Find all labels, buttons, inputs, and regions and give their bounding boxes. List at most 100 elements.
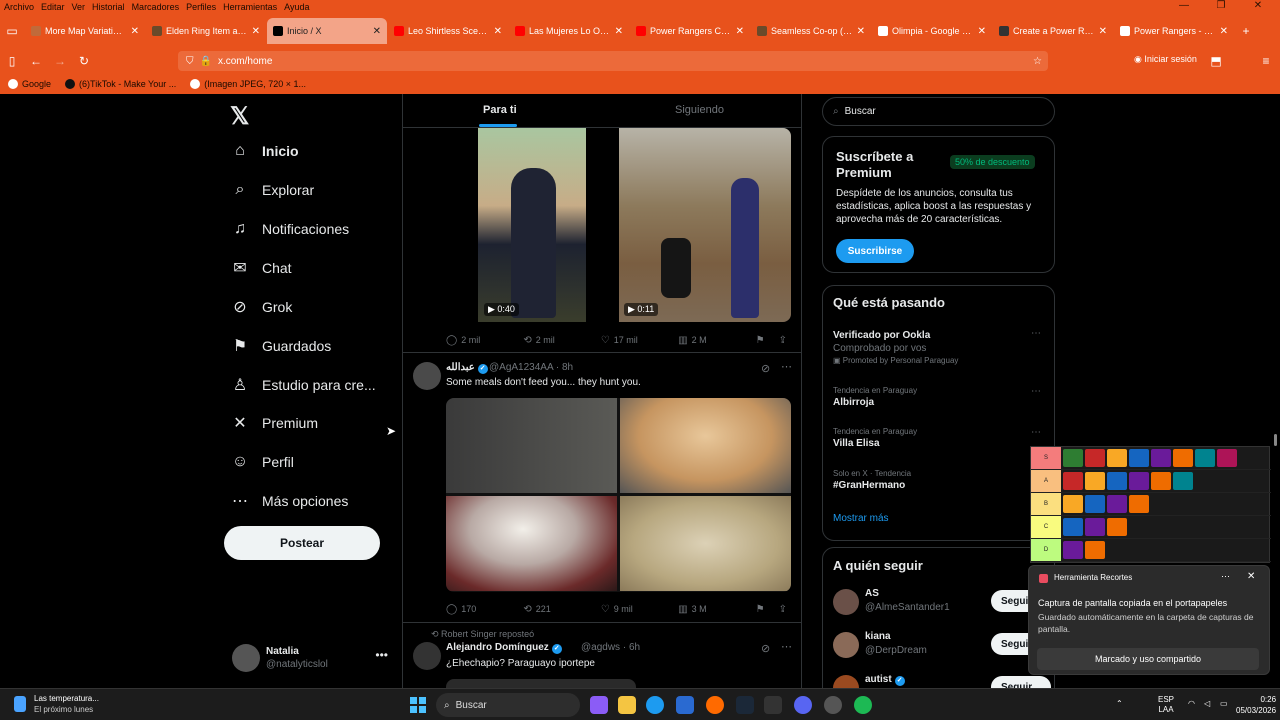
- sidebar-item-notificaciones[interactable]: ♫ Notificaciones: [230, 214, 349, 244]
- tier-item-logo[interactable]: [1195, 449, 1215, 467]
- tab-overview-icon[interactable]: ▭: [0, 24, 24, 38]
- tier-item-logo[interactable]: [1151, 472, 1171, 490]
- tier-item-logo[interactable]: [1085, 449, 1105, 467]
- tier-item-logo[interactable]: [1151, 449, 1171, 467]
- discord-icon[interactable]: [794, 696, 812, 714]
- close-tab-icon[interactable]: ✕: [1099, 26, 1107, 37]
- browser-tab[interactable]: More Map Variations a ✕: [25, 18, 145, 44]
- browser-tab[interactable]: Inicio / X ✕: [267, 18, 387, 44]
- close-tab-icon[interactable]: ✕: [131, 26, 139, 37]
- trend-item[interactable]: Solo en X · Tendencia #GranHermano: [833, 469, 1043, 491]
- sidebar-item-guardados[interactable]: ⚑ Guardados: [230, 331, 331, 361]
- bookmark-image[interactable]: (Imagen JPEG, 720 × 1...: [190, 79, 306, 89]
- tier-item-logo[interactable]: [1085, 495, 1105, 513]
- post-author-name[interactable]: عبدالله ✓: [446, 362, 488, 374]
- tier-item-logo[interactable]: [1173, 472, 1193, 490]
- reply-button[interactable]: ◯ 2 mil: [446, 332, 523, 348]
- tier-item-logo[interactable]: [1085, 541, 1105, 559]
- menu-archivo[interactable]: Archivo: [4, 2, 34, 12]
- more-icon[interactable]: ⋯: [1031, 328, 1041, 339]
- close-icon[interactable]: ✕: [1247, 571, 1255, 582]
- forward-icon[interactable]: →: [48, 54, 72, 68]
- bookmark-star-icon[interactable]: ☆: [1033, 56, 1042, 67]
- weather-widget[interactable]: Las temperatura... El próximo lunes: [14, 694, 99, 714]
- avatar[interactable]: [413, 362, 441, 390]
- tier-item-logo[interactable]: [1173, 449, 1193, 467]
- sidebar-item-premium[interactable]: ✕ Premium: [230, 408, 318, 438]
- close-tab-icon[interactable]: ✕: [373, 26, 381, 37]
- chevron-up-icon[interactable]: ⌃: [1116, 699, 1123, 709]
- bookmark-tiktok[interactable]: (6)TikTok - Make Your ...: [65, 79, 176, 89]
- browser-tab[interactable]: Elden Ring Item and En✕: [146, 18, 266, 44]
- menu-ver[interactable]: Ver: [72, 2, 86, 12]
- tier-item-logo[interactable]: [1085, 518, 1105, 536]
- wifi-icon[interactable]: ◠: [1188, 699, 1195, 709]
- taskbar-search[interactable]: ⌕ Buscar: [436, 693, 580, 717]
- edge-icon[interactable]: [646, 696, 664, 714]
- minimize-icon[interactable]: —: [1169, 0, 1199, 11]
- more-icon[interactable]: ⋯: [1031, 427, 1041, 438]
- clock[interactable]: 0:26 05/03/2026: [1236, 694, 1276, 716]
- steam-icon[interactable]: [736, 696, 754, 714]
- tier-item-logo[interactable]: [1107, 495, 1127, 513]
- sidebar-toggle-icon[interactable]: ▯: [0, 54, 24, 68]
- tier-item-logo[interactable]: [1063, 449, 1083, 467]
- sidebar-item-inicio[interactable]: ⌂ Inicio: [230, 136, 298, 166]
- grok-explain-icon[interactable]: ⊘: [761, 362, 770, 375]
- close-tab-icon[interactable]: ✕: [1220, 26, 1228, 37]
- follow-suggestion[interactable]: autist ✓ Seguir: [833, 674, 1051, 688]
- share-button[interactable]: ⇪: [779, 332, 791, 348]
- back-icon[interactable]: ←: [24, 54, 48, 68]
- repost-note[interactable]: ⟲ Robert Singer reposteó: [431, 629, 534, 640]
- post-author-name[interactable]: Alejandro Domínguez ✓: [446, 642, 562, 654]
- app-menu-icon[interactable]: ≡: [1254, 54, 1278, 68]
- start-button[interactable]: [410, 697, 426, 713]
- menu-herramientas[interactable]: Herramientas: [223, 2, 277, 12]
- browser-tab[interactable]: Power Rangers - Wikip✕: [1114, 18, 1234, 44]
- extensions-icon[interactable]: ⬒: [1204, 54, 1228, 68]
- post-author-handle[interactable]: @agdws · 6h: [581, 642, 640, 653]
- menu-historial[interactable]: Historial: [92, 2, 125, 12]
- more-icon[interactable]: ⋯: [1221, 571, 1230, 582]
- avatar[interactable]: [413, 642, 441, 670]
- more-icon[interactable]: ⋯: [781, 640, 792, 653]
- post-author-handle[interactable]: @AgA1234AA · 8h: [489, 362, 573, 373]
- new-tab-icon[interactable]: +: [1234, 24, 1258, 38]
- views-button[interactable]: ▥ 3 M: [678, 601, 755, 617]
- sidebar-item-explorar[interactable]: ⌕ Explorar: [230, 175, 315, 205]
- browser-tab[interactable]: Seamless Co-op (Elden✕: [751, 18, 871, 44]
- search-input[interactable]: ⌕ Buscar: [822, 97, 1055, 126]
- sidebar-item-más-opciones[interactable]: ⋯ Más opciones: [230, 486, 348, 516]
- volume-icon[interactable]: ◁: [1204, 699, 1210, 709]
- obs-icon[interactable]: [824, 696, 842, 714]
- more-icon[interactable]: •••: [375, 648, 388, 662]
- reload-icon[interactable]: ↻: [72, 54, 96, 68]
- media-image[interactable]: [446, 398, 617, 493]
- repost-button[interactable]: ⟲ 221: [523, 601, 600, 617]
- spotify-icon[interactable]: [854, 696, 872, 714]
- post-media[interactable]: ▶ 0:40 ▶ 0:11: [446, 128, 791, 322]
- like-button[interactable]: ♡ 9 mil: [601, 601, 678, 617]
- tier-item-logo[interactable]: [1217, 449, 1237, 467]
- address-bar[interactable]: ⛉ 🔒 x.com/home ☆: [178, 51, 1048, 71]
- show-more-link[interactable]: Mostrar más: [833, 513, 889, 524]
- subscribe-button[interactable]: Suscribirse: [836, 239, 914, 263]
- tier-list-window[interactable]: SABCD: [1030, 446, 1271, 563]
- tier-item-logo[interactable]: [1107, 472, 1127, 490]
- post-media[interactable]: [446, 398, 791, 592]
- close-tab-icon[interactable]: ✕: [252, 26, 260, 37]
- menu-editar[interactable]: Editar: [41, 2, 65, 12]
- close-tab-icon[interactable]: ✕: [615, 26, 623, 37]
- post-button[interactable]: Postear: [224, 526, 380, 560]
- tier-item-logo[interactable]: [1063, 541, 1083, 559]
- close-tab-icon[interactable]: ✕: [978, 26, 986, 37]
- repost-button[interactable]: ⟲ 2 mil: [523, 332, 600, 348]
- tier-item-logo[interactable]: [1129, 472, 1149, 490]
- language-indicator[interactable]: ESP LAA: [1158, 695, 1174, 715]
- tier-item-logo[interactable]: [1107, 518, 1127, 536]
- trend-item[interactable]: Tendencia en Paraguay Villa Elisa ⋯: [833, 427, 1043, 449]
- follow-suggestion[interactable]: kiana @DerpDream Seguir: [833, 631, 1051, 661]
- tier-item-logo[interactable]: [1063, 472, 1083, 490]
- tier-item-logo[interactable]: [1063, 518, 1083, 536]
- share-button[interactable]: ⇪: [779, 601, 791, 617]
